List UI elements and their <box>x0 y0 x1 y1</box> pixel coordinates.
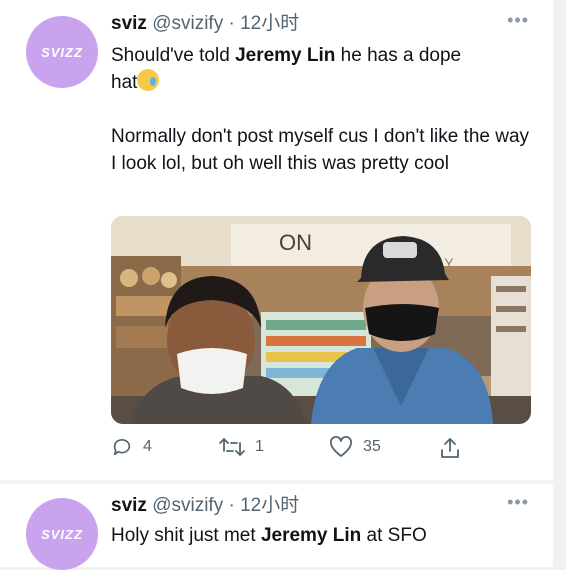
separator-dot: · <box>228 495 235 516</box>
retweet-button[interactable]: 1 <box>219 436 264 458</box>
avatar[interactable]: SVIZZ <box>26 16 98 88</box>
tweet-text-segment: at SFO <box>361 525 427 546</box>
tweet-text-segment: Should've told <box>111 45 236 66</box>
like-count: 35 <box>363 438 381 455</box>
share-icon <box>441 438 459 458</box>
share-button[interactable] <box>439 436 461 460</box>
store-sign-text: ON <box>279 230 312 255</box>
timestamp[interactable]: 12小时 <box>240 13 299 34</box>
display-name[interactable]: sviz <box>111 13 147 34</box>
sleepy-face-emoji <box>137 69 160 91</box>
display-name[interactable]: sviz <box>111 495 147 516</box>
retweet-icon <box>219 438 245 456</box>
user-handle[interactable]: @svizify <box>152 13 223 34</box>
avatar-logo-text: SVIZZ <box>41 526 83 542</box>
tweet-text-line: Holy shit just met Jeremy Lin at SFO <box>111 522 531 549</box>
tweet-card[interactable]: SVIZZ sviz @svizify · 12小时 ••• Should've… <box>0 0 553 480</box>
tweet-text-segment: he has a dope <box>335 45 462 66</box>
tweet-header: sviz @svizify · 12小时 <box>111 494 299 518</box>
tweet-text-line: Should've told Jeremy Lin he has a dope <box>111 42 531 69</box>
avatar-logo-text: SVIZZ <box>41 44 83 60</box>
reply-icon <box>113 438 131 456</box>
photo-illustration: ON FLY <box>111 216 531 424</box>
tweet-text-segment: Holy shit just met <box>111 525 261 546</box>
retweet-count: 1 <box>255 438 264 455</box>
separator-dot: · <box>228 13 235 34</box>
user-handle[interactable]: @svizify <box>152 495 223 516</box>
tweet-card[interactable]: SVIZZ sviz @svizify · 12小时 ••• Holy shit… <box>0 484 553 570</box>
like-button[interactable]: 35 <box>329 436 381 458</box>
tweet-text-segment: hat <box>111 72 138 93</box>
tweet-actions: 4 1 35 <box>111 436 531 464</box>
avatar[interactable]: SVIZZ <box>26 498 98 570</box>
like-icon <box>330 436 352 457</box>
tweet-paragraph: Normally don't post myself cus I don't l… <box>111 126 530 174</box>
timestamp[interactable]: 12小时 <box>240 495 299 516</box>
reply-button[interactable]: 4 <box>111 436 152 458</box>
tweet-text-bold: Jeremy Lin <box>260 525 362 546</box>
more-icon[interactable]: ••• <box>507 10 529 31</box>
more-icon[interactable]: ••• <box>507 492 529 513</box>
reply-count: 4 <box>143 438 152 455</box>
tweet-header: sviz @svizify · 12小时 <box>111 12 299 36</box>
tweet-photo[interactable]: ON FLY <box>111 216 531 424</box>
tweet-text-bold: Jeremy Lin <box>235 45 336 66</box>
tweet-text-line: hat <box>111 69 531 96</box>
